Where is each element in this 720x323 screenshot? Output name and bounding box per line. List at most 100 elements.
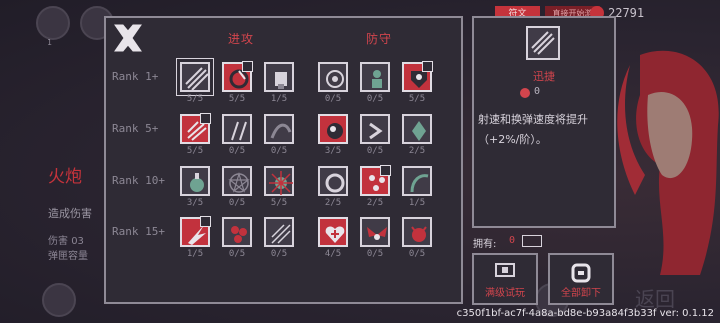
max-level-trial-button[interactable]: 满级试玩	[472, 253, 538, 305]
perk-slot[interactable]	[318, 166, 348, 196]
demon-icon	[411, 226, 427, 242]
weapon-description: 造成伤害	[48, 207, 92, 220]
heart-cross-icon	[325, 226, 345, 243]
pentagram-icon	[228, 171, 250, 193]
owned-label: 拥有:	[473, 239, 497, 250]
perk-slot[interactable]	[176, 58, 214, 96]
perk-slot[interactable]	[360, 217, 390, 247]
perk-slot[interactable]	[222, 114, 252, 144]
unequip-all-label: 全部卸下	[561, 288, 601, 299]
equipped-badge-icon	[380, 165, 391, 176]
perk-level-count: 2/5	[366, 198, 384, 208]
perk-slot[interactable]	[402, 166, 432, 196]
unequip-all-button[interactable]: 全部卸下	[548, 253, 614, 305]
perk-slot[interactable]	[222, 217, 252, 247]
close-icon[interactable]	[112, 22, 144, 54]
perk-level-count: 0/5	[366, 249, 384, 259]
ticket-icon	[495, 263, 515, 277]
equipped-badge-icon	[242, 61, 253, 72]
perk-slot[interactable]	[264, 166, 294, 196]
perk-level-count: 5/5	[186, 94, 204, 104]
slash-icon	[185, 67, 209, 91]
equipped-badge-icon	[200, 216, 211, 227]
figure-icon	[372, 70, 382, 88]
perk-level-count: 0/5	[408, 249, 426, 259]
orb-icon	[327, 123, 343, 139]
perk-slot[interactable]	[402, 114, 432, 144]
perk-level-count: 5/5	[270, 198, 288, 208]
arrows-icon	[271, 224, 291, 244]
bg-weapon-slot-icon	[42, 283, 76, 317]
owned-count: 0	[509, 235, 516, 246]
row-rank-label: Rank 1+	[112, 70, 159, 83]
perk-cost: 0	[534, 86, 541, 97]
fist-icon	[275, 72, 287, 89]
bg-slot-icon	[36, 6, 70, 40]
perk-level-count: 3/5	[186, 198, 204, 208]
potion-icon	[190, 173, 204, 192]
perk-slot[interactable]	[222, 166, 252, 196]
perk-name: 迅捷	[533, 70, 555, 83]
column-attack-header: 进攻	[228, 32, 255, 46]
perk-slot[interactable]	[180, 166, 210, 196]
perk-slot[interactable]	[402, 217, 432, 247]
perk-slot[interactable]	[264, 114, 294, 144]
row-rank-label: Rank 10+	[112, 174, 165, 187]
perk-slot[interactable]	[318, 62, 348, 92]
row-rank-label: Rank 15+	[112, 225, 165, 238]
unequip-icon	[571, 263, 591, 283]
perk-slot[interactable]	[360, 62, 390, 92]
cost-icon	[520, 88, 530, 98]
crystal-icon	[412, 121, 426, 141]
stat-damage-label: 伤害	[48, 236, 68, 247]
perk-detail-panel: 迅捷 0 射速和换弹速度将提升（+2%/阶）。	[472, 16, 616, 228]
equipped-badge-icon	[200, 113, 211, 124]
perk-level-count: 1/5	[270, 94, 288, 104]
perk-slot[interactable]	[264, 217, 294, 247]
perk-slot[interactable]	[318, 217, 348, 247]
perk-level-count: 4/5	[324, 249, 342, 259]
weapon-name: 火炮	[48, 167, 82, 187]
perk-level-count: 1/5	[408, 198, 426, 208]
perk-level-count: 5/5	[408, 94, 426, 104]
ticket-icon	[522, 235, 542, 247]
blades-icon	[231, 121, 247, 141]
perk-level-count: 3/5	[324, 146, 342, 156]
stat-damage-value: 03	[71, 236, 84, 247]
cluster-icon	[231, 226, 247, 243]
burst-icon	[269, 171, 293, 195]
chevron-icon	[369, 122, 383, 140]
selected-perk-icon	[526, 26, 560, 60]
scythe-icon	[410, 174, 429, 193]
target-icon	[326, 70, 344, 88]
ring-icon	[325, 173, 345, 193]
version-string: c350f1bf-ac7f-4a8a-bd8e-b93a84f3b33f ver…	[456, 308, 714, 319]
perk-slot[interactable]	[360, 165, 391, 196]
max-level-trial-label: 满级试玩	[485, 288, 525, 299]
perk-slot[interactable]	[180, 216, 211, 247]
perk-description: 射速和换弹速度将提升（+2%/阶）。	[478, 113, 588, 146]
perk-slot[interactable]	[222, 61, 253, 92]
perk-level-count: 0/5	[228, 249, 246, 259]
character-portrait	[617, 50, 719, 275]
bg-slot-label: 1	[47, 38, 52, 47]
perk-slot[interactable]	[402, 61, 433, 92]
perk-level-count: 0/5	[366, 146, 384, 156]
perk-level-count: 0/5	[270, 146, 288, 156]
wave-icon	[270, 123, 292, 139]
stat-damage: 伤害 03	[48, 232, 84, 247]
perk-slot[interactable]	[360, 114, 390, 144]
perk-slot[interactable]	[264, 62, 294, 92]
perk-slot[interactable]	[318, 114, 348, 144]
perk-level-count: 2/5	[324, 198, 342, 208]
perk-level-count: 1/5	[186, 249, 204, 259]
perk-level-count: 0/5	[366, 94, 384, 104]
perk-level-count: 5/5	[186, 146, 204, 156]
row-rank-label: Rank 5+	[112, 122, 159, 135]
perk-level-count: 0/5	[228, 198, 246, 208]
equipped-badge-icon	[422, 61, 433, 72]
perk-slot[interactable]	[180, 113, 211, 144]
wings-icon	[367, 227, 387, 240]
perk-level-count: 0/5	[270, 249, 288, 259]
perk-panel: 进攻 防守 Rank 1+ 5/5 5/5 1/5 0/5 0/5 5/5 Rank 5+ 5/…	[104, 16, 463, 304]
